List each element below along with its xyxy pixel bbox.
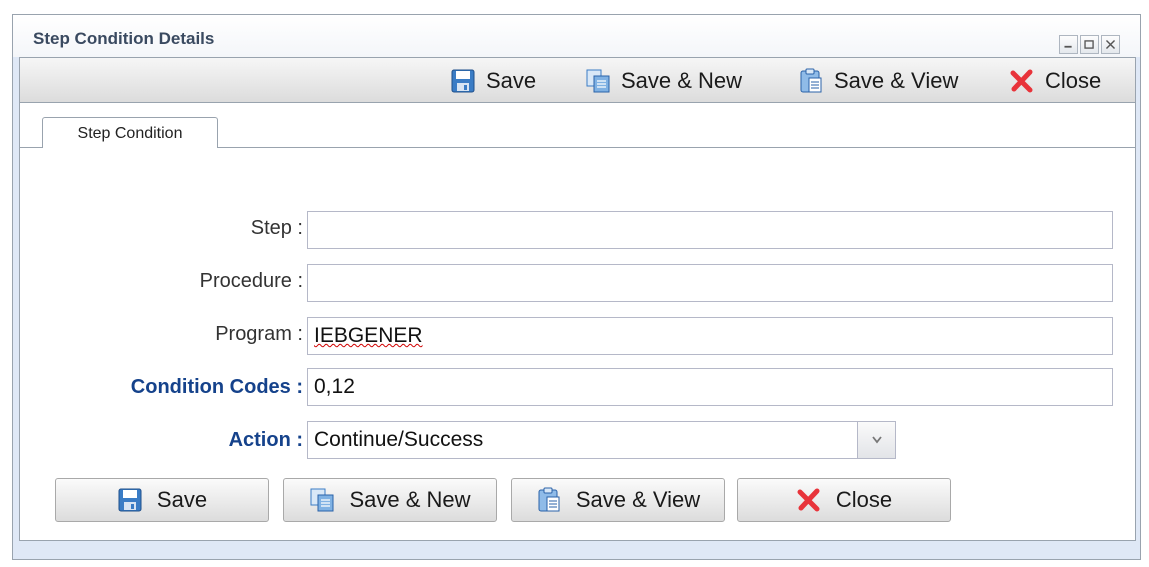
tab-step-condition-label: Step Condition — [77, 124, 183, 142]
clipboard-view-icon — [538, 487, 560, 512]
program-label: Program : — [215, 323, 303, 345]
close-button-label: Close — [835, 487, 893, 512]
toolbar-save-label: Save — [486, 68, 537, 93]
copy-documents-icon — [310, 488, 334, 512]
action-label: Action : — [228, 429, 303, 451]
toolbar-save-new-button[interactable]: Save & New — [585, 64, 742, 98]
step-input[interactable] — [307, 211, 1113, 249]
toolbar-save-new-label: Save & New — [621, 68, 743, 93]
toolbar-save-view-label: Save & View — [834, 68, 959, 93]
top-toolbar: Save Save & New Save & View Close — [19, 57, 1136, 103]
clipboard-view-icon — [800, 68, 822, 93]
action-select[interactable]: Continue/Success — [307, 421, 896, 459]
condition-codes-input[interactable]: 0,12 — [307, 368, 1113, 406]
floppy-disk-icon — [451, 69, 475, 93]
save-button[interactable]: Save — [55, 478, 269, 522]
toolbar-save-button[interactable]: Save — [450, 64, 536, 98]
red-x-icon — [797, 488, 820, 512]
maximize-icon[interactable] — [1080, 35, 1099, 54]
copy-documents-icon — [586, 69, 610, 93]
window-titlebar[interactable]: Step Condition Details — [13, 15, 1140, 57]
window-title: Step Condition Details — [33, 29, 215, 48]
procedure-input[interactable] — [307, 264, 1113, 302]
save-new-button[interactable]: Save & New — [283, 478, 497, 522]
red-x-icon — [1010, 69, 1033, 93]
action-dropdown-trigger[interactable] — [857, 422, 895, 458]
save-new-button-label: Save & New — [349, 487, 471, 512]
toolbar-close-button[interactable]: Close — [1009, 64, 1101, 98]
program-input[interactable]: IEBGENER — [307, 317, 1113, 355]
toolbar-close-label: Close — [1045, 68, 1102, 93]
tab-step-condition[interactable]: Step Condition — [42, 117, 218, 149]
tab-strip: Step Condition — [19, 103, 1136, 149]
close-window-icon[interactable] — [1101, 35, 1120, 54]
minimize-icon[interactable] — [1059, 35, 1078, 54]
action-value: Continue/Success — [314, 428, 484, 451]
toolbar-save-view-button[interactable]: Save & View — [798, 64, 958, 98]
floppy-disk-icon — [118, 488, 142, 512]
chevron-down-icon — [872, 436, 882, 444]
condition-codes-value: 0,12 — [314, 375, 355, 398]
step-condition-details-window: Step Condition Details Save Save & New S… — [12, 14, 1141, 560]
step-label: Step : — [250, 217, 303, 239]
save-view-button-label: Save & View — [575, 487, 701, 512]
close-button[interactable]: Close — [737, 478, 951, 522]
procedure-label: Procedure : — [199, 270, 303, 292]
save-button-label: Save — [156, 487, 208, 512]
save-view-button[interactable]: Save & View — [511, 478, 725, 522]
program-value: IEBGENER — [314, 324, 423, 347]
condition-codes-label: Condition Codes : — [130, 376, 303, 398]
